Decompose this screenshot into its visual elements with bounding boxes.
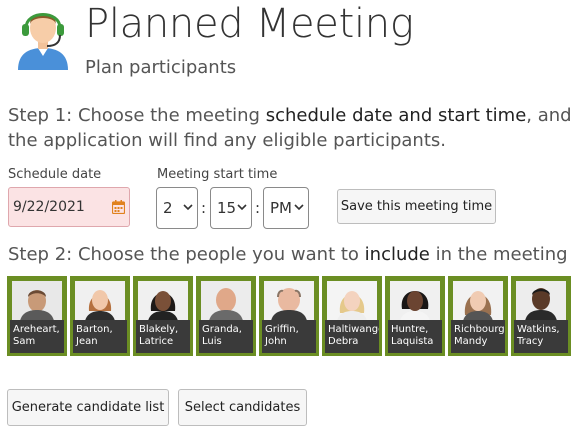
person-photo (453, 281, 503, 321)
hour-select[interactable]: 2 (156, 187, 198, 229)
schedule-date-value: 9/22/2021 (13, 199, 85, 215)
person-card[interactable]: Granda, Luis (196, 276, 256, 356)
person-name: Barton, Jean (73, 320, 127, 353)
person-card[interactable]: Blakely, Latrice (133, 276, 193, 356)
minute-value: 15 (217, 199, 237, 217)
person-name: Griffin, John (262, 320, 316, 353)
schedule-date-label: Schedule date (8, 167, 102, 182)
person-photo (201, 281, 251, 321)
person-photo (516, 281, 566, 321)
select-candidates-button[interactable]: Select candidates (178, 389, 307, 426)
ampm-value: PM (270, 199, 292, 217)
person-card[interactable]: Watkins, Tracy (511, 276, 571, 356)
minute-select[interactable]: 15 (210, 187, 252, 229)
ampm-select[interactable]: PM (263, 187, 309, 229)
person-card[interactable]: Griffin, John (259, 276, 319, 356)
person-name: Haltiwanger Debra (325, 320, 379, 353)
chevron-down-icon (294, 204, 304, 211)
person-card[interactable]: Richbourg, Mandy (448, 276, 508, 356)
step2-text-prefix: Step 2: Choose the people you want to (8, 244, 365, 265)
person-card[interactable]: Haltiwanger Debra (322, 276, 382, 356)
time-separator: : (201, 199, 207, 217)
person-name: Granda, Luis (199, 320, 253, 353)
save-meeting-time-button[interactable]: Save this meeting time (337, 189, 496, 224)
chevron-down-icon (237, 204, 247, 211)
time-separator: : (255, 199, 261, 217)
meeting-start-time-label: Meeting start time (157, 167, 278, 182)
step1-text-prefix: Step 1: Choose the meeting (8, 105, 266, 126)
page-title: Planned Meeting (85, 1, 414, 47)
person-card[interactable]: Barton, Jean (70, 276, 130, 356)
person-photo (264, 281, 314, 321)
step2-text-suffix: in the meeting (429, 244, 568, 265)
people-selector: Areheart, Sam Barton, Jean Blakely, Latr… (7, 276, 575, 356)
step1-instructions: Step 1: Choose the meeting schedule date… (8, 103, 580, 153)
person-photo (12, 281, 62, 321)
person-photo (327, 281, 377, 321)
step2-instructions: Step 2: Choose the people you want to in… (8, 244, 568, 265)
person-photo (138, 281, 188, 321)
person-photo (390, 281, 440, 321)
person-card[interactable]: Huntre, Laquista (385, 276, 445, 356)
person-name: Richbourg, Mandy (451, 320, 505, 353)
person-card[interactable]: Areheart, Sam (7, 276, 67, 356)
person-name: Blakely, Latrice (136, 320, 190, 353)
schedule-date-field[interactable]: 9/22/2021 (8, 187, 130, 227)
generate-candidate-list-button[interactable]: Generate candidate list (7, 389, 169, 426)
page-subtitle: Plan participants (85, 57, 237, 78)
step1-text-emphasis: schedule date and start time (265, 105, 527, 126)
calendar-icon[interactable] (112, 200, 125, 214)
hour-value: 2 (163, 199, 173, 217)
person-name: Huntre, Laquista (388, 320, 442, 353)
person-name: Areheart, Sam (10, 320, 64, 353)
chevron-down-icon (183, 204, 193, 211)
page-header: Planned Meeting Plan participants (14, 0, 574, 86)
person-name: Watkins, Tracy (514, 320, 568, 353)
person-photo (75, 281, 125, 321)
support-agent-icon (18, 13, 68, 70)
step2-text-emphasis: include (364, 244, 430, 265)
